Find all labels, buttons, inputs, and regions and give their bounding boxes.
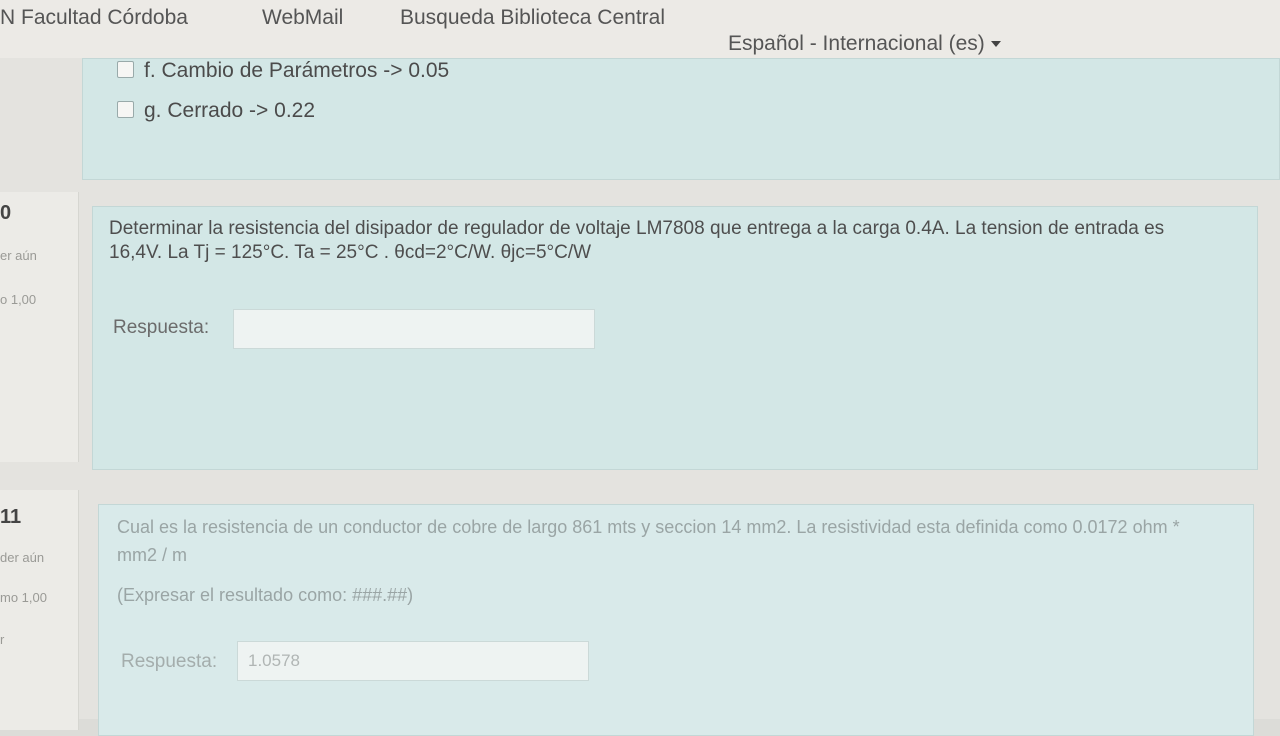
- answer-input[interactable]: [233, 309, 595, 349]
- flag-question-link[interactable]: r: [0, 632, 4, 647]
- answer-label: Respuesta:: [121, 651, 218, 672]
- prev-question-formulation: f. Cambio de Parámetros -> 0.05 g. Cerra…: [82, 58, 1280, 180]
- question-10-info: 0 er aún o 1,00: [0, 192, 79, 462]
- option-label: f. Cambio de Parámetros -> 0.05: [144, 59, 450, 82]
- checkbox[interactable]: [117, 61, 134, 78]
- question-10-formulation: Determinar la resistencia del disipador …: [92, 206, 1258, 470]
- answer-label: Respuesta:: [113, 317, 210, 338]
- top-navbar: N Facultad Córdoba WebMail Busqueda Bibl…: [0, 0, 1280, 59]
- option-label: g. Cerrado -> 0.22: [144, 99, 316, 122]
- answer-option-f[interactable]: f. Cambio de Parámetros -> 0.05: [117, 59, 449, 83]
- question-11-formulation: Cual es la resistencia de un conductor d…: [98, 504, 1254, 736]
- question-text: Cual es la resistencia de un conductor d…: [117, 517, 1180, 565]
- caret-down-icon: [990, 41, 1001, 48]
- question-grade: mo 1,00: [0, 590, 47, 605]
- nav-site-link[interactable]: N Facultad Córdoba: [0, 6, 188, 30]
- nav-webmail-link[interactable]: WebMail: [262, 6, 343, 30]
- question-text: Determinar la resistencia del disipador …: [109, 218, 1165, 263]
- page-content: f. Cambio de Parámetros -> 0.05 g. Cerra…: [0, 58, 1280, 736]
- question-number: 0: [0, 202, 12, 224]
- checkbox[interactable]: [117, 101, 134, 118]
- question-hint: (Expresar el resultado como: ###.##): [117, 585, 414, 605]
- answer-input[interactable]: 1.0578: [237, 641, 589, 681]
- language-menu[interactable]: Español - Internacional (es): [728, 32, 1001, 56]
- question-state: er aún: [0, 248, 37, 263]
- answer-option-g[interactable]: g. Cerrado -> 0.22: [117, 99, 315, 123]
- question-grade: o 1,00: [0, 292, 37, 307]
- question-11-info: 11 der aún mo 1,00 r: [0, 490, 79, 730]
- question-state: der aún: [0, 550, 45, 565]
- language-menu-label: Español - Internacional (es): [728, 32, 985, 55]
- question-number: 11: [0, 506, 22, 528]
- nav-library-search-link[interactable]: Busqueda Biblioteca Central: [400, 6, 665, 30]
